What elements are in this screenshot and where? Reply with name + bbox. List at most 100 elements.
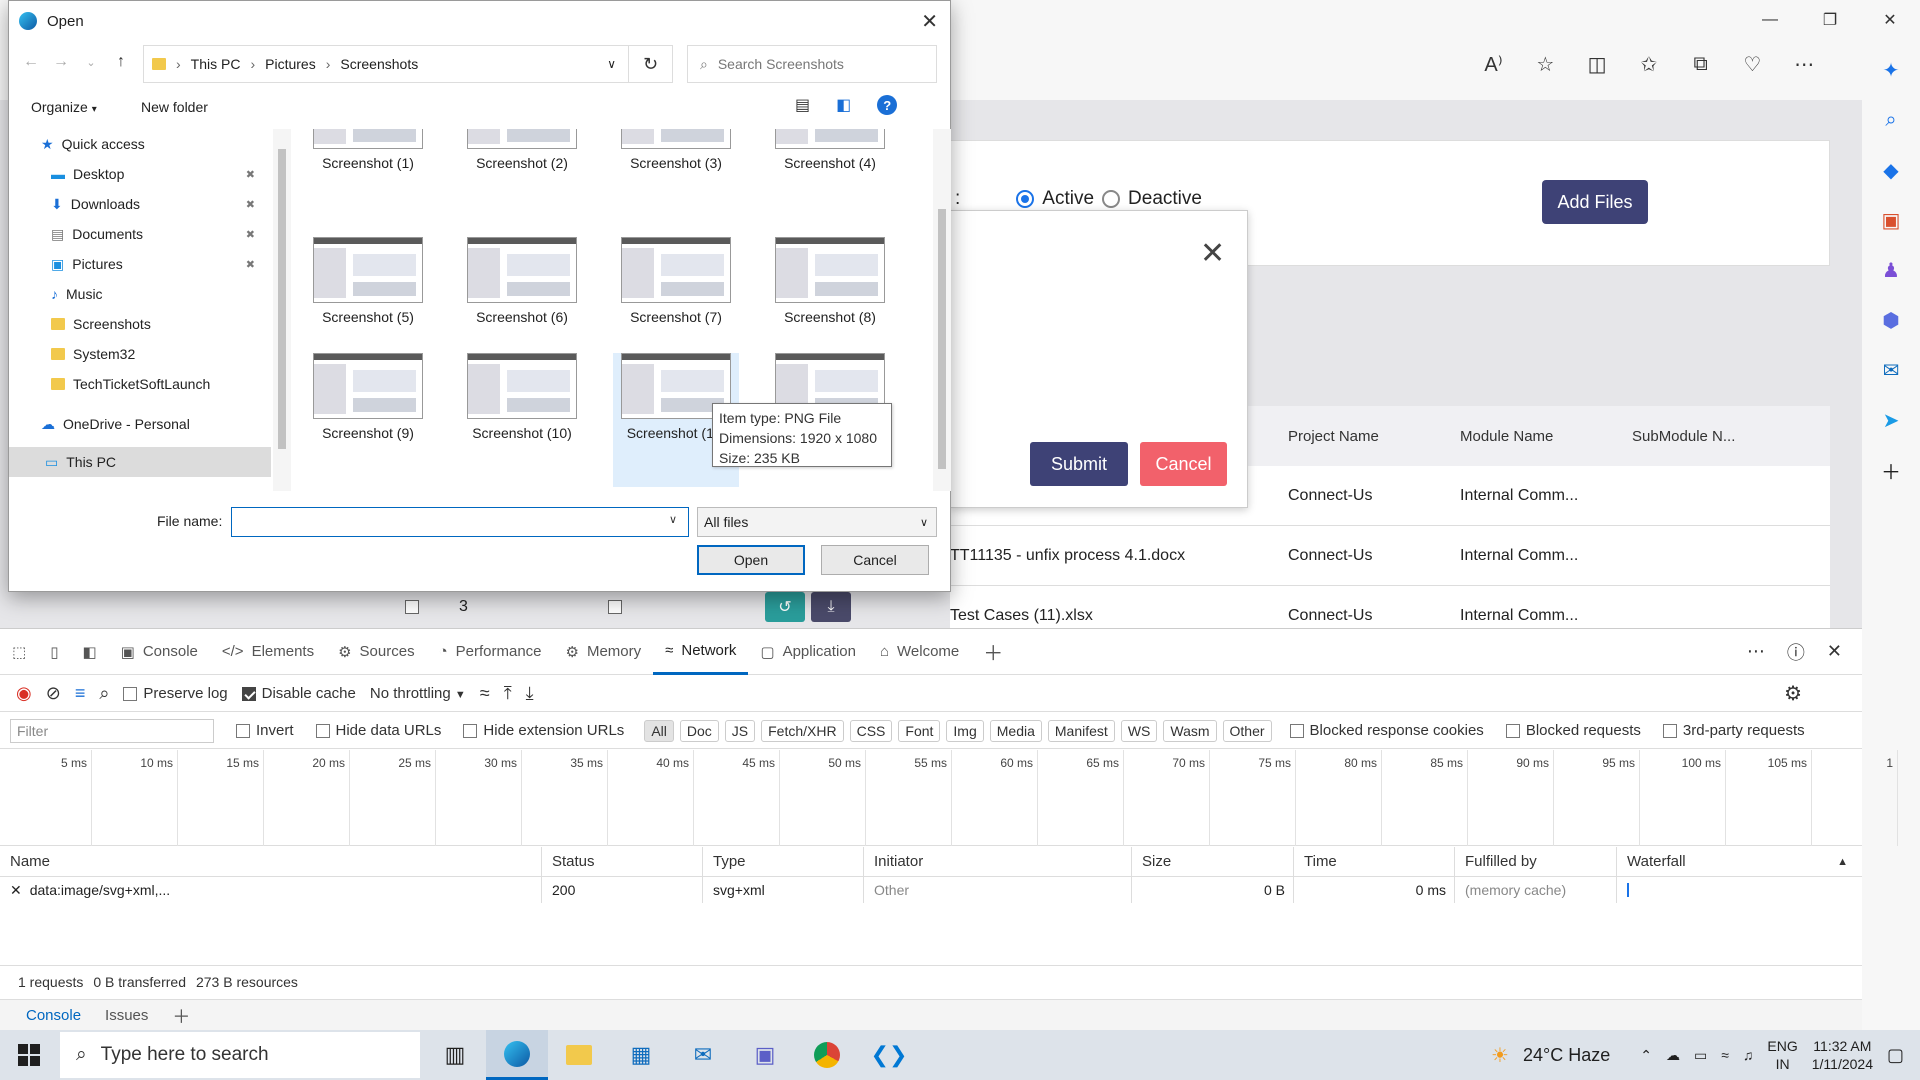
export-icon[interactable]: ⤓ xyxy=(526,683,534,704)
file-explorer-icon[interactable] xyxy=(548,1030,610,1080)
edge-app-icon[interactable] xyxy=(486,1030,548,1080)
submit-button[interactable]: Submit xyxy=(1030,442,1128,486)
download-file-icon[interactable]: ⤓ xyxy=(811,592,851,622)
nav-item-techticket[interactable]: TechTicketSoftLaunch xyxy=(9,369,271,399)
filter-icon[interactable]: ≡ xyxy=(75,683,86,704)
more-icon[interactable]: ⋯ xyxy=(1747,641,1765,662)
search-input[interactable]: ⌕ Search Screenshots xyxy=(687,45,937,83)
type-filter-media[interactable]: Media xyxy=(989,719,1042,742)
chevron-down-icon[interactable]: ⌄ xyxy=(77,56,105,69)
favorite-star-icon[interactable]: ☆ xyxy=(1519,44,1571,84)
clear-icon[interactable]: ⊘ xyxy=(46,683,61,704)
favorites-icon[interactable]: ✩ xyxy=(1623,44,1675,84)
file-tile[interactable]: Screenshot (6) xyxy=(459,237,585,371)
type-filter-img[interactable]: Img xyxy=(946,719,984,742)
drawer-tab-issues[interactable]: Issues xyxy=(105,1007,148,1024)
tab-elements[interactable]: </> Elements xyxy=(210,629,326,675)
copilot-icon[interactable]: ✦ xyxy=(1876,52,1906,88)
teams-app-icon[interactable]: ▣ xyxy=(734,1030,796,1080)
dock-icon[interactable]: ◧ xyxy=(70,629,108,675)
mail-app-icon[interactable]: ✉ xyxy=(672,1030,734,1080)
nav-item-this-pc[interactable]: ▭ This PC xyxy=(9,447,271,477)
chrome-app-icon[interactable] xyxy=(796,1030,858,1080)
tab-welcome[interactable]: ⌂ Welcome xyxy=(868,629,971,675)
type-filter-fetchxhr[interactable]: Fetch/XHR xyxy=(761,719,844,742)
nav-item-onedrive[interactable]: ☁ OneDrive - Personal xyxy=(9,409,271,439)
file-type-select[interactable]: All files ∨ xyxy=(697,507,937,537)
type-filter-all[interactable]: All xyxy=(644,719,674,742)
third-party-checkbox[interactable]: 3rd-party requests xyxy=(1662,722,1805,739)
minimize-icon[interactable]: — xyxy=(1740,0,1800,40)
outlook-icon[interactable]: ✉ xyxy=(1876,352,1906,388)
back-arrow-icon[interactable]: ← xyxy=(17,53,45,71)
col-type[interactable]: Type xyxy=(703,847,864,876)
history-icon[interactable]: ↺ xyxy=(765,592,805,622)
tab-console[interactable]: ▣ Console xyxy=(109,629,210,675)
nav-item-music[interactable]: ♪ Music xyxy=(9,279,271,309)
col-time[interactable]: Time xyxy=(1294,847,1455,876)
language-indicator[interactable]: ENG IN xyxy=(1767,1037,1797,1073)
chevron-down-icon[interactable]: ∨ xyxy=(669,513,677,526)
new-folder-button[interactable]: New folder xyxy=(141,99,208,115)
tools-icon[interactable]: ▣ xyxy=(1876,202,1906,238)
nav-item-desktop[interactable]: ▬ Desktop ✖ xyxy=(9,159,271,189)
more-options-icon[interactable]: ⋯ xyxy=(1778,44,1830,84)
nav-item-pictures[interactable]: ▣ Pictures ✖ xyxy=(9,249,271,279)
view-mode-icon[interactable]: ▤ xyxy=(795,95,810,115)
row-checkbox[interactable] xyxy=(405,600,419,614)
help-circle-icon[interactable]: ⓘ xyxy=(1787,639,1805,665)
modal-cancel-button[interactable]: Cancel xyxy=(1140,442,1227,486)
network-timeline[interactable]: 5 ms 10 ms 15 ms 20 ms 25 ms 30 ms 35 ms 40 ms 4… xyxy=(0,750,1898,846)
browser-essentials-icon[interactable]: ♡ xyxy=(1726,44,1778,84)
help-icon[interactable]: ? xyxy=(877,95,898,115)
breadcrumb[interactable]: › This PC › Pictures › Screenshots ∨ xyxy=(143,45,629,83)
col-fulfilled[interactable]: Fulfilled by xyxy=(1455,847,1617,876)
file-tile[interactable]: Screenshot (5) xyxy=(305,237,431,371)
file-tile[interactable]: Screenshot (7) xyxy=(613,237,739,371)
battery-icon[interactable]: ▭ xyxy=(1694,1047,1707,1064)
chevron-down-icon[interactable]: ∨ xyxy=(607,57,616,71)
breadcrumb-item[interactable]: Pictures xyxy=(265,56,316,72)
type-filter-doc[interactable]: Doc xyxy=(679,719,719,742)
type-filter-ws[interactable]: WS xyxy=(1120,719,1158,742)
deactive-radio[interactable] xyxy=(1102,190,1121,208)
clock[interactable]: 11:32 AM 1/11/2024 xyxy=(1812,1037,1873,1073)
tab-memory[interactable]: ⚙ Memory xyxy=(554,629,654,675)
type-filter-other[interactable]: Other xyxy=(1222,719,1272,742)
device-toolbar-icon[interactable]: ▯ xyxy=(38,629,70,675)
file-tile[interactable]: Screenshot (3) xyxy=(613,129,739,217)
type-filter-manifest[interactable]: Manifest xyxy=(1047,719,1115,742)
send-icon[interactable]: ➤ xyxy=(1876,402,1906,438)
type-filter-css[interactable]: CSS xyxy=(849,719,893,742)
tab-application[interactable]: ▢ Application xyxy=(748,629,868,675)
add-tab-icon[interactable]: ＋ xyxy=(971,629,1015,675)
record-icon[interactable]: ◉ xyxy=(16,683,32,704)
blocked-requests-checkbox[interactable]: Blocked requests xyxy=(1505,722,1641,739)
nav-item-quick-access[interactable]: ★ Quick access xyxy=(9,129,271,159)
notifications-icon[interactable]: ▢ xyxy=(1887,1045,1904,1066)
forward-arrow-icon[interactable]: → xyxy=(47,53,75,71)
restore-icon[interactable]: ❐ xyxy=(1800,0,1860,40)
filter-input[interactable]: Filter xyxy=(10,718,214,743)
breadcrumb-item[interactable]: This PC xyxy=(191,56,241,72)
add-files-button[interactable]: Add Files xyxy=(1542,180,1648,224)
file-tile[interactable]: Screenshot (10) xyxy=(459,353,585,487)
col-waterfall[interactable]: Waterfall ▲ xyxy=(1617,847,1862,876)
split-screen-icon[interactable]: ◫ xyxy=(1571,44,1623,84)
tab-performance[interactable]: ◔ Performance xyxy=(427,629,554,675)
tab-sources[interactable]: ⚙ Sources xyxy=(326,629,426,675)
col-initiator[interactable]: Initiator xyxy=(864,847,1132,876)
search-icon[interactable]: ⌕ xyxy=(1876,102,1906,138)
throttling-select[interactable]: No throttling ▼ xyxy=(370,685,466,702)
nav-pane-scrollbar[interactable] xyxy=(273,129,291,491)
file-list-scrollbar[interactable] xyxy=(933,129,951,491)
add-drawer-tab-icon[interactable]: ＋ xyxy=(172,1003,190,1029)
vscode-app-icon[interactable]: ❮❯ xyxy=(858,1030,920,1080)
network-icon[interactable]: ☁ xyxy=(1666,1047,1680,1064)
store-app-icon[interactable]: ▦ xyxy=(610,1030,672,1080)
file-tile[interactable]: Screenshot (4) xyxy=(767,129,893,217)
wifi-icon[interactable]: ≈ xyxy=(1721,1047,1729,1063)
search-icon[interactable]: ⌕ xyxy=(99,683,109,704)
hide-ext-urls-checkbox[interactable]: Hide extension URLs xyxy=(463,722,624,739)
row-checkbox-2[interactable] xyxy=(607,600,622,614)
